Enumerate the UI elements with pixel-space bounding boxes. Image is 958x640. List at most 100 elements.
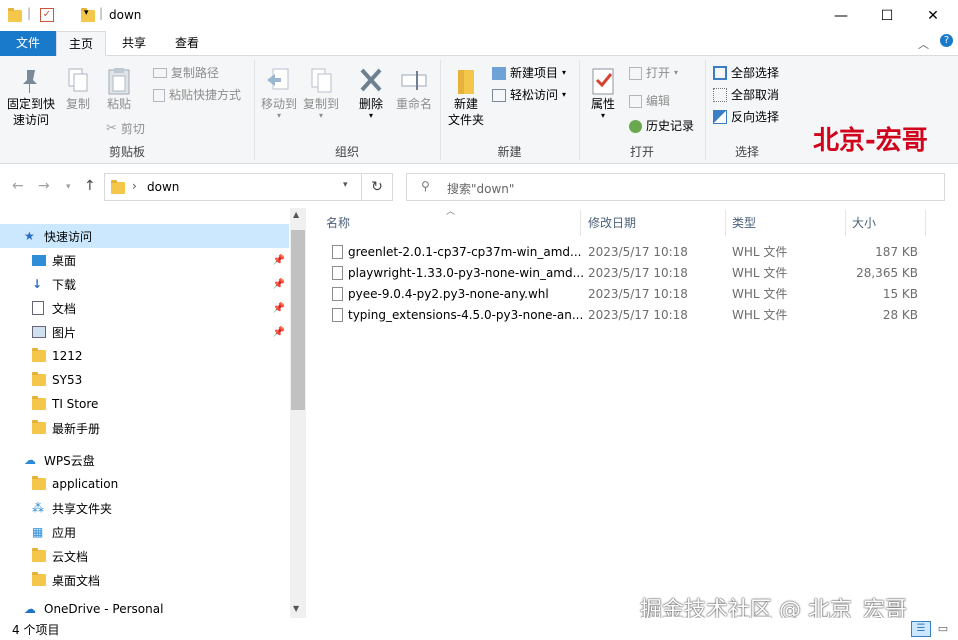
breadcrumb-down[interactable]: down — [147, 180, 179, 194]
move-to-icon — [267, 68, 289, 90]
easy-access-icon — [492, 88, 506, 102]
copy-path-button[interactable]: 复制路径 — [153, 64, 219, 82]
group-new-label: 新建 — [497, 145, 522, 159]
history-icon — [629, 119, 642, 133]
pin-to-quick-access-button[interactable]: 固定到快 速访问 — [5, 66, 57, 128]
nav-item-quick-access[interactable]: ★ 快速访问 — [0, 224, 289, 248]
customize-toolbar-chevron-icon[interactable]: ▾ — [84, 8, 89, 18]
history-button[interactable]: 历史记录 — [629, 117, 694, 135]
maximize-button[interactable]: ☐ — [864, 0, 910, 31]
nav-item-label: TI Store — [52, 397, 99, 411]
up-arrow-icon[interactable]: ↑ — [84, 178, 96, 194]
nav-item-sy53[interactable]: SY53 — [0, 368, 289, 392]
minimize-button[interactable]: — — [818, 0, 864, 31]
column-header-name[interactable]: 名称 — [320, 210, 581, 236]
details-view-icon[interactable]: ☰ — [911, 621, 931, 637]
invert-selection-label: 反向选择 — [731, 110, 780, 124]
help-icon[interactable]: ? — [940, 34, 953, 47]
scroll-up-icon[interactable]: ▲ — [293, 210, 299, 219]
move-to-button[interactable]: 移动到 ▾ — [259, 66, 299, 120]
document-icon — [32, 301, 44, 315]
pin-icon — [23, 70, 37, 93]
recent-locations-chevron-icon[interactable]: ▾ — [66, 182, 71, 192]
file-list: ︿ 名称 修改日期 类型 大小 greenlet-2.0.1-cp37-cp37… — [306, 207, 958, 623]
table-row[interactable]: typing_extensions-4.5.0-py3-none-an... 2… — [330, 305, 930, 326]
collapse-ribbon-icon[interactable]: ︿ — [918, 36, 929, 52]
nav-item-application[interactable]: application — [0, 472, 289, 496]
properties-button[interactable]: 属性 ▾ — [587, 66, 619, 120]
nav-item-pictures[interactable]: 图片 📌 — [0, 320, 289, 344]
nav-item-label: 应用 — [52, 525, 77, 540]
scroll-down-icon[interactable]: ▼ — [293, 604, 299, 613]
paste-shortcut-button[interactable]: 粘贴快捷方式 — [153, 86, 241, 104]
open-button[interactable]: 打开 ▾ — [629, 64, 678, 82]
column-header-date[interactable]: 修改日期 — [582, 210, 726, 236]
nav-item-cloud-docs[interactable]: 云文档 — [0, 544, 289, 568]
column-header-size[interactable]: 大小 — [846, 210, 926, 236]
folder-icon — [32, 420, 46, 434]
nav-item-1212[interactable]: 1212 — [0, 344, 289, 368]
forward-arrow-icon[interactable]: → — [38, 178, 50, 194]
nav-item-latest-manual[interactable]: 最新手册 — [0, 416, 289, 440]
tab-home[interactable]: 主页 — [56, 31, 107, 56]
select-all-button[interactable]: 全部选择 — [713, 64, 779, 82]
rename-button[interactable]: 重命名 — [393, 66, 435, 112]
nav-item-shared-folder[interactable]: ⁂ 共享文件夹 — [0, 496, 289, 520]
close-button[interactable]: ✕ — [910, 0, 956, 31]
separator: | — [99, 6, 104, 20]
nav-item-wps-cloud[interactable]: ☁ WPS云盘 — [0, 448, 289, 472]
window-title: down — [109, 8, 142, 22]
paste-button[interactable]: 粘贴 — [103, 66, 135, 112]
apps-icon: ▦ — [32, 525, 44, 539]
ribbon: 固定到快 速访问 复制 粘贴 复制路径 粘贴快捷方式 ✂ 剪切 剪贴板 移动到 … — [0, 56, 958, 164]
select-none-button[interactable]: 全部取消 — [713, 86, 779, 104]
back-arrow-icon[interactable]: ← — [12, 178, 24, 194]
nav-item-label: 最新手册 — [52, 421, 101, 436]
new-item-button[interactable]: 新建项目 ▾ — [492, 64, 566, 82]
new-folder-button[interactable]: 新建 文件夹 — [445, 66, 487, 128]
table-row[interactable]: playwright-1.33.0-py3-none-win_amd... 20… — [330, 263, 930, 284]
nav-item-ti-store[interactable]: TI Store — [0, 392, 289, 416]
invert-selection-button[interactable]: 反向选择 — [713, 108, 779, 126]
large-icons-view-icon[interactable]: ▭ — [934, 621, 952, 637]
nav-scroll-thumb[interactable] — [291, 230, 305, 410]
address-box[interactable]: › down ▾ — [104, 173, 362, 201]
delete-label: 删除 — [358, 97, 383, 111]
paste-shortcut-label: 粘贴快捷方式 — [169, 88, 242, 102]
item-count: 4 个项目 — [12, 623, 60, 637]
copy-button[interactable]: 复制 — [62, 66, 94, 112]
paste-label: 粘贴 — [106, 97, 131, 111]
table-row[interactable]: pyee-9.0.4-py2.py3-none-any.whl 2023/5/1… — [330, 284, 930, 305]
chevron-down-icon: ▾ — [674, 68, 679, 77]
table-row[interactable]: greenlet-2.0.1-cp37-cp37m-win_amd... 202… — [330, 242, 930, 263]
nav-item-desktop[interactable]: 桌面 📌 — [0, 248, 289, 272]
properties-quick-icon[interactable]: ✓ — [40, 8, 54, 22]
nav-item-label: 1212 — [52, 349, 83, 363]
copy-path-icon — [153, 68, 167, 78]
search-input[interactable]: ⚲ 搜索"down" — [406, 173, 945, 201]
move-to-label: 移动到 — [260, 97, 297, 111]
folder-icon — [32, 572, 46, 586]
address-dropdown-icon[interactable]: ▾ — [343, 180, 348, 190]
edit-button[interactable]: 编辑 — [629, 92, 670, 110]
easy-access-button[interactable]: 轻松访问 ▾ — [492, 86, 566, 104]
nav-item-desktop-docs[interactable]: 桌面文档 — [0, 568, 289, 592]
tab-share[interactable]: 共享 — [110, 31, 158, 56]
whl-file-icon — [332, 266, 343, 280]
cloud-icon: ☁ — [24, 453, 36, 467]
column-header-type[interactable]: 类型 — [726, 210, 846, 236]
nav-item-downloads[interactable]: ↓ 下载 📌 — [0, 272, 289, 296]
nav-item-documents[interactable]: 文档 📌 — [0, 296, 289, 320]
whl-file-icon — [332, 245, 343, 259]
refresh-button[interactable]: ↻ — [362, 173, 393, 201]
open-icon — [629, 66, 642, 80]
tab-file[interactable]: 文件 — [0, 31, 56, 56]
whl-file-icon — [332, 308, 343, 322]
tab-view[interactable]: 查看 — [163, 31, 211, 56]
copy-to-button[interactable]: 复制到 ▾ — [301, 66, 341, 120]
nav-item-onedrive[interactable]: ☁ OneDrive - Personal — [0, 600, 289, 618]
delete-button[interactable]: 删除 ▾ — [355, 66, 387, 120]
file-name: greenlet-2.0.1-cp37-cp37m-win_amd... — [348, 245, 582, 259]
cut-button[interactable]: ✂ 剪切 — [106, 120, 145, 138]
nav-item-apps[interactable]: ▦ 应用 — [0, 520, 289, 544]
